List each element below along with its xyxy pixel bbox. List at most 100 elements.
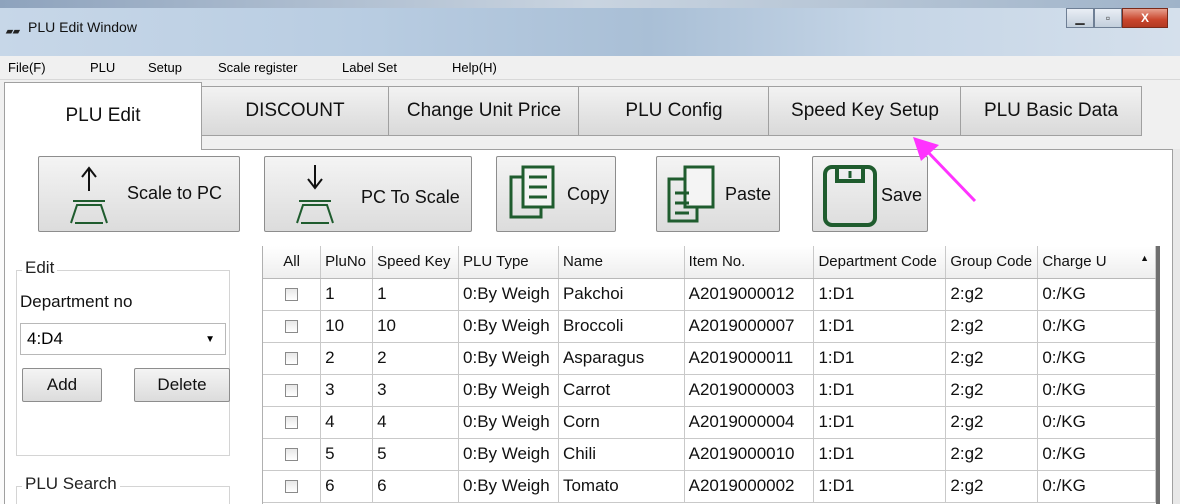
tab-plu-config[interactable]: PLU Config [578, 86, 770, 136]
col-plu-type-header[interactable]: PLU Type [458, 246, 559, 279]
table-row[interactable]: 3 3 0:By Weigh Carrot A2019000003 1:D1 2… [263, 374, 1156, 407]
cell-charge-unit: 0:/KG [1037, 278, 1156, 311]
row-checkbox-cell [263, 374, 322, 407]
cell-item-no: A2019000011 [684, 342, 815, 375]
cell-pluno: 2 [320, 342, 374, 375]
row-checkbox-cell [263, 278, 322, 311]
cell-group-code: 2:g2 [945, 374, 1039, 407]
cell-department-code: 1:D1 [813, 342, 947, 375]
window-title: PLU Edit Window [28, 19, 137, 35]
cell-item-no: A2019000010 [684, 438, 815, 471]
menu-help[interactable]: Help(H) [452, 60, 497, 75]
menu-label-set[interactable]: Label Set [342, 60, 397, 75]
row-checkbox-cell [263, 438, 322, 471]
cell-group-code: 2:g2 [945, 406, 1039, 439]
table-row[interactable]: 2 2 0:By Weigh Asparagus A2019000011 1:D… [263, 342, 1156, 375]
row-checkbox[interactable] [285, 384, 299, 398]
menu-setup[interactable]: Setup [148, 60, 182, 75]
col-pluno-header[interactable]: PluNo [320, 246, 374, 279]
delete-button[interactable]: Delete [134, 368, 230, 402]
row-checkbox[interactable] [285, 480, 299, 494]
panel-right-edge [1172, 149, 1180, 504]
table-row[interactable]: 4 4 0:By Weigh Corn A2019000004 1:D1 2:g… [263, 406, 1156, 439]
cell-speed-key: 2 [372, 342, 460, 375]
table-row[interactable]: 1 1 0:By Weigh Pakchoi A2019000012 1:D1 … [263, 278, 1156, 311]
department-select-value: 4:D4 [27, 329, 63, 348]
col-item-no-header[interactable]: Item No. [684, 246, 815, 279]
paste-button[interactable]: Paste [656, 156, 780, 232]
row-checkbox[interactable] [285, 320, 299, 334]
cell-pluno: 5 [320, 438, 374, 471]
cell-charge-unit: 0:/KG [1037, 342, 1156, 375]
tab-change-unit-price[interactable]: Change Unit Price [388, 86, 580, 136]
col-charge-unit-header[interactable]: Charge U ▲ [1037, 246, 1156, 279]
cell-plu-type: 0:By Weigh [458, 438, 559, 471]
tab-discount[interactable]: DISCOUNT [200, 86, 390, 136]
grid-scrollbar[interactable] [1156, 246, 1160, 504]
cell-charge-unit: 0:/KG [1037, 310, 1156, 343]
add-button[interactable]: Add [22, 368, 102, 402]
row-checkbox[interactable] [285, 448, 299, 462]
col-group-code-header[interactable]: Group Code [945, 246, 1039, 279]
menu-scale-register[interactable]: Scale register [218, 60, 297, 75]
row-checkbox[interactable] [285, 288, 299, 302]
col-charge-unit-label: Charge U [1042, 253, 1107, 271]
cell-charge-unit: 0:/KG [1037, 470, 1156, 503]
cell-item-no: A2019000002 [684, 470, 815, 503]
cell-plu-type: 0:By Weigh [458, 470, 559, 503]
cell-department-code: 1:D1 [813, 406, 947, 439]
row-checkbox[interactable] [285, 416, 299, 430]
close-button[interactable]: X [1122, 8, 1168, 28]
tab-plu-basic-data[interactable]: PLU Basic Data [960, 86, 1142, 136]
row-checkbox-cell [263, 342, 322, 375]
plu-grid: All PluNo Speed Key PLU Type Name Item N… [262, 246, 1156, 504]
col-all-header[interactable]: All [263, 246, 322, 279]
cell-item-no: A2019000003 [684, 374, 815, 407]
title-bar: ▰▰ PLU Edit Window ▁ ▫ X [0, 0, 1180, 56]
pc-to-scale-button[interactable]: PC To Scale [264, 156, 472, 232]
grid-header-row: All PluNo Speed Key PLU Type Name Item N… [263, 246, 1156, 279]
minimize-button[interactable]: ▁ [1066, 8, 1094, 28]
col-department-code-header[interactable]: Department Code [813, 246, 947, 279]
maximize-button[interactable]: ▫ [1094, 8, 1122, 28]
cell-plu-type: 0:By Weigh [458, 342, 559, 375]
menu-bar: File(F) PLU Setup Scale register Label S… [0, 56, 1180, 80]
cell-department-code: 1:D1 [813, 438, 947, 471]
menu-file[interactable]: File(F) [8, 60, 46, 75]
department-select[interactable]: 4:D4 ▼ [20, 323, 226, 355]
cell-group-code: 2:g2 [945, 470, 1039, 503]
row-checkbox-cell [263, 406, 322, 439]
cell-pluno: 3 [320, 374, 374, 407]
row-checkbox[interactable] [285, 352, 299, 366]
tab-plu-edit[interactable]: PLU Edit [4, 82, 202, 150]
cell-pluno: 10 [320, 310, 374, 343]
table-row[interactable]: 10 10 0:By Weigh Broccoli A2019000007 1:… [263, 310, 1156, 343]
edit-group-label: Edit [22, 258, 58, 278]
cell-speed-key: 1 [372, 278, 460, 311]
table-row[interactable]: 5 5 0:By Weigh Chili A2019000010 1:D1 2:… [263, 438, 1156, 471]
cell-speed-key: 4 [372, 406, 460, 439]
copy-label: Copy [567, 184, 610, 204]
cell-speed-key: 5 [372, 438, 460, 471]
copy-icon [509, 165, 555, 219]
cell-item-no: A2019000004 [684, 406, 815, 439]
department-no-label: Department no [20, 292, 133, 311]
cell-name: Tomato [558, 470, 685, 503]
col-speed-key-header[interactable]: Speed Key [372, 246, 460, 279]
paste-label: Paste [725, 184, 772, 204]
cell-name: Chili [558, 438, 685, 471]
sort-up-icon: ▲ [1140, 253, 1149, 264]
row-checkbox-cell [263, 310, 322, 343]
table-row[interactable]: 6 6 0:By Weigh Tomato A2019000002 1:D1 2… [263, 470, 1156, 503]
tab-speed-key-setup[interactable]: Speed Key Setup [768, 86, 962, 136]
col-name-header[interactable]: Name [558, 246, 685, 279]
scale-to-pc-button[interactable]: Scale to PC [38, 156, 240, 232]
menu-plu[interactable]: PLU [90, 60, 115, 75]
copy-button[interactable]: Copy [496, 156, 616, 232]
scale-up-arrow-icon [70, 166, 108, 224]
cell-item-no: A2019000012 [684, 278, 815, 311]
cell-name: Pakchoi [558, 278, 685, 311]
cell-item-no: A2019000007 [684, 310, 815, 343]
scale-down-arrow-icon [296, 165, 334, 224]
cell-name: Corn [558, 406, 685, 439]
